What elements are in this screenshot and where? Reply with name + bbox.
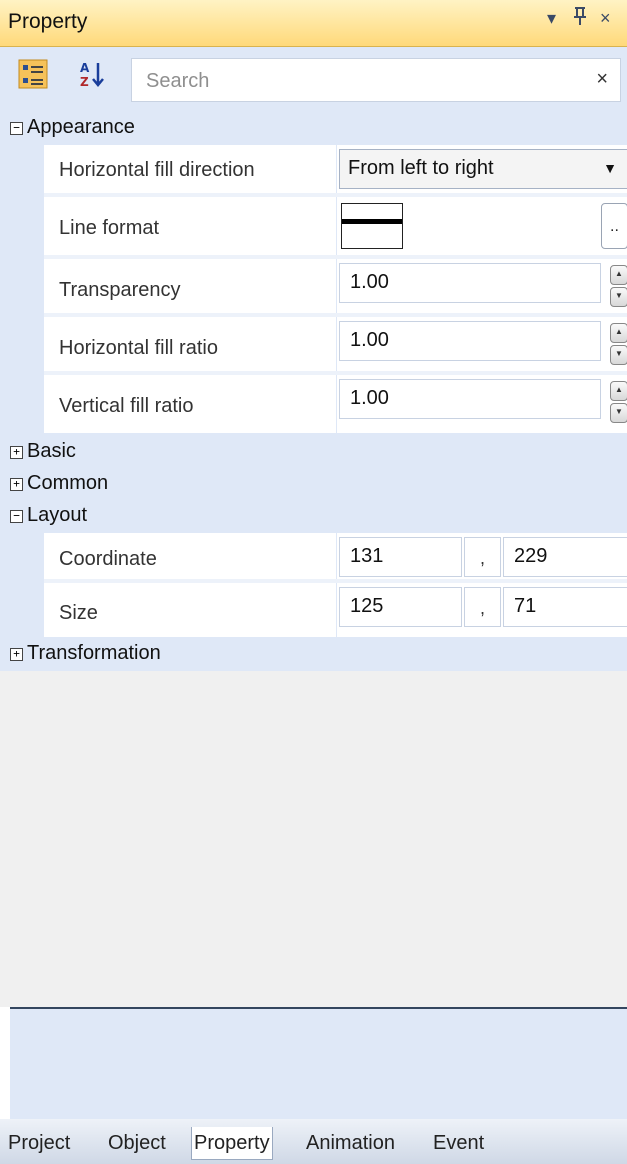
- dropdown-value: From left to right: [348, 157, 494, 179]
- property-row-transparency: Transparency 1.00 ▲ ▼: [44, 259, 627, 317]
- panel-menu-dropdown-icon[interactable]: ▾: [547, 8, 556, 29]
- panel-title: Property: [8, 10, 88, 33]
- svg-text:A: A: [80, 61, 90, 75]
- search-input[interactable]: [144, 67, 578, 95]
- category-label: Layout: [27, 504, 88, 526]
- property-value-cell: 1.00 ▲ ▼: [336, 259, 627, 317]
- size-separator: ,: [464, 587, 501, 627]
- property-name: Size: [59, 602, 98, 624]
- size-width-input[interactable]: 125: [339, 587, 462, 627]
- coordinate-separator: ,: [464, 537, 501, 577]
- expand-icon[interactable]: +: [10, 446, 23, 459]
- sort-alphabetical-icon[interactable]: A Z: [78, 59, 108, 89]
- collapse-icon[interactable]: −: [10, 510, 23, 523]
- property-value-cell: 125 , 71: [336, 583, 627, 637]
- category-label: Common: [27, 472, 109, 494]
- spin-up-icon[interactable]: ▲: [610, 323, 627, 343]
- property-value-cell: 1.00 ▲ ▼: [336, 375, 627, 433]
- spin-buttons: ▲ ▼: [610, 265, 627, 307]
- property-row-vertical-fill-ratio: Vertical fill ratio 1.00 ▲ ▼: [44, 375, 627, 433]
- property-name: Transparency: [59, 279, 181, 301]
- property-value-cell: ..: [336, 197, 627, 259]
- svg-text:Z: Z: [80, 75, 89, 89]
- search-box: ×: [131, 58, 621, 102]
- vertical-fill-ratio-input[interactable]: 1.00: [339, 379, 601, 419]
- expand-icon[interactable]: +: [10, 648, 23, 661]
- property-value-cell: From left to right ▼: [336, 145, 627, 197]
- property-row-size: Size 125 , 71: [44, 583, 627, 637]
- property-name: Horizontal fill direction: [59, 159, 255, 181]
- property-row-horizontal-fill-ratio: Horizontal fill ratio 1.00 ▲ ▼: [44, 317, 627, 375]
- tab-animation[interactable]: Animation: [304, 1127, 397, 1159]
- transparency-input[interactable]: 1.00: [339, 263, 601, 303]
- grid-empty-area: [0, 671, 627, 1007]
- tab-object[interactable]: Object: [106, 1127, 168, 1159]
- category-layout[interactable]: − Layout: [0, 501, 627, 533]
- coordinate-y-input[interactable]: 229: [503, 537, 627, 577]
- category-transformation[interactable]: + Transformation: [0, 639, 627, 671]
- collapse-icon[interactable]: −: [10, 122, 23, 135]
- line-sample: [342, 219, 402, 224]
- spin-up-icon[interactable]: ▲: [610, 265, 627, 285]
- description-pane: [10, 1009, 627, 1119]
- size-height-input[interactable]: 71: [503, 587, 627, 627]
- category-appearance[interactable]: − Appearance: [0, 113, 627, 145]
- close-icon[interactable]: ×: [600, 8, 611, 29]
- property-value-cell: 131 , 229: [336, 533, 627, 583]
- property-name: Horizontal fill ratio: [59, 337, 218, 359]
- pin-icon[interactable]: [572, 6, 588, 31]
- dropdown-arrow-icon[interactable]: ▼: [603, 160, 617, 176]
- category-label: Basic: [27, 440, 76, 462]
- property-name: Vertical fill ratio: [59, 395, 194, 417]
- panel-titlebar: Property ▾ ×: [0, 0, 627, 47]
- property-name: Line format: [59, 217, 160, 239]
- tab-event[interactable]: Event: [431, 1127, 486, 1159]
- spin-buttons: ▲ ▼: [610, 381, 627, 423]
- horizontal-fill-ratio-input[interactable]: 1.00: [339, 321, 601, 361]
- categorized-icon[interactable]: [18, 59, 48, 89]
- clear-search-icon[interactable]: ×: [596, 68, 608, 91]
- panel-tab-bar: Project Object Property Animation Event: [0, 1119, 627, 1164]
- expand-icon[interactable]: +: [10, 478, 23, 491]
- line-format-ellipsis-button[interactable]: ..: [601, 203, 627, 249]
- category-common[interactable]: + Common: [0, 469, 627, 501]
- line-format-preview[interactable]: [341, 203, 403, 249]
- property-row-coordinate: Coordinate 131 , 229: [44, 533, 627, 583]
- spin-down-icon[interactable]: ▼: [610, 345, 627, 365]
- spin-down-icon[interactable]: ▼: [610, 403, 627, 423]
- coordinate-x-input[interactable]: 131: [339, 537, 462, 577]
- property-value-cell: 1.00 ▲ ▼: [336, 317, 627, 375]
- category-basic[interactable]: + Basic: [0, 437, 627, 469]
- spin-up-icon[interactable]: ▲: [610, 381, 627, 401]
- category-label: Appearance: [27, 116, 135, 138]
- spin-down-icon[interactable]: ▼: [610, 287, 627, 307]
- fill-direction-dropdown[interactable]: From left to right ▼: [339, 149, 627, 189]
- category-label: Transformation: [27, 642, 161, 664]
- property-row-horizontal-fill-direction: Horizontal fill direction From left to r…: [44, 145, 627, 197]
- spin-buttons: ▲ ▼: [610, 323, 627, 365]
- tab-property[interactable]: Property: [191, 1127, 273, 1160]
- property-name: Coordinate: [59, 548, 157, 570]
- property-row-line-format: Line format ..: [44, 197, 627, 259]
- tab-project[interactable]: Project: [6, 1127, 72, 1159]
